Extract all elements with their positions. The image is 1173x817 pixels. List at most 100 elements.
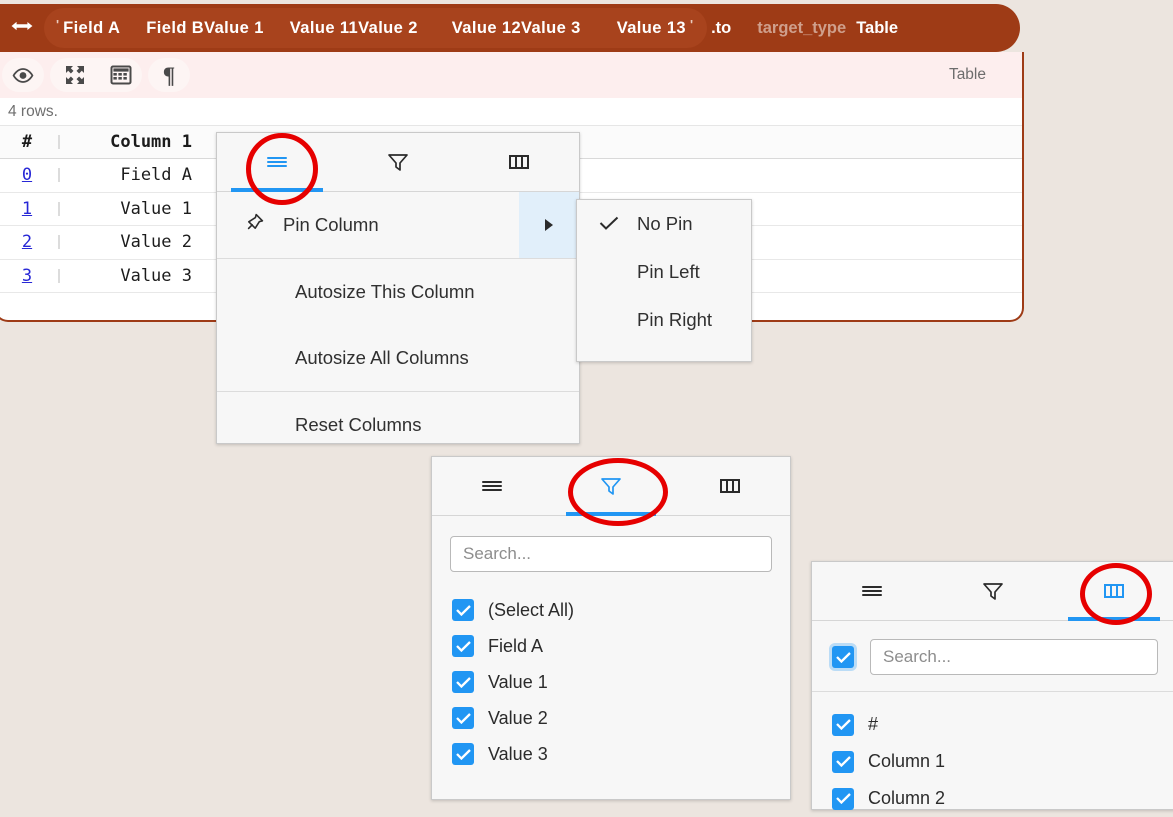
tab-general[interactable]	[432, 457, 551, 515]
active-tab-underline	[565, 512, 657, 516]
quote-open: '	[56, 16, 60, 32]
token-value-13: Value 13	[616, 18, 686, 37]
tab-filter[interactable]	[338, 133, 459, 191]
submenu-item-no-pin[interactable]: No Pin	[577, 200, 751, 248]
filter-option-value-2[interactable]: Value 2	[452, 700, 790, 736]
columns-option-label: Column 2	[868, 788, 946, 808]
menu-item-label: Autosize This Column	[295, 281, 475, 302]
checkbox-checked-icon[interactable]	[832, 787, 854, 810]
token-value-2: Value 2	[358, 18, 418, 37]
pin-column-submenu: No Pin Pin Left Pin Right	[576, 199, 752, 362]
tab-filter[interactable]	[551, 457, 670, 516]
tab-columns[interactable]	[1053, 562, 1173, 621]
menu-item-label: Pin Column	[283, 214, 379, 235]
filter-option-field-a[interactable]: Field A	[452, 628, 790, 664]
filter-option-label: Value 2	[488, 707, 548, 728]
check-icon	[599, 213, 619, 235]
menu-item-pin-column[interactable]: Pin Column	[217, 192, 579, 258]
param-value-label: Table	[856, 18, 899, 37]
tab-filter[interactable]	[933, 562, 1054, 620]
filter-option-label: Value 1	[488, 671, 548, 692]
result-toolbar: ¶ Table	[0, 52, 1022, 98]
active-tab-underline	[1067, 617, 1160, 621]
columns-search-input[interactable]: Search...	[870, 639, 1158, 675]
row-count-label: 4 rows.	[0, 98, 1022, 126]
command-bar: ' Field A Field B Value 1 Value 11 Value…	[0, 4, 1020, 52]
filter-funnel-icon	[388, 154, 408, 171]
left-right-arrow-icon[interactable]	[0, 4, 44, 52]
command-bar-tail: .to target_type Table	[707, 19, 898, 38]
cell-column1: Field A	[120, 165, 192, 186]
filter-option-select-all[interactable]: (Select All)	[452, 592, 790, 628]
token-field-a: Field A	[63, 18, 121, 37]
checkbox-checked-icon[interactable]	[452, 671, 474, 693]
param-name-label: target_type	[757, 18, 847, 37]
filter-funnel-icon	[983, 583, 1003, 600]
cell-column1: Value 3	[120, 265, 192, 286]
submenu-item-pin-right[interactable]: Pin Right	[577, 296, 751, 344]
filter-option-label: (Select All)	[488, 599, 575, 620]
cell-column1: Value 1	[120, 198, 192, 219]
menu-item-autosize-this-column[interactable]: Autosize This Column	[217, 259, 579, 325]
quote-close: '	[689, 16, 694, 32]
tab-columns[interactable]	[458, 133, 579, 191]
submenu-item-label: Pin Right	[637, 309, 713, 330]
result-type-label: Table	[948, 66, 986, 83]
filter-option-value-1[interactable]: Value 1	[452, 664, 790, 700]
tab-columns[interactable]	[671, 457, 790, 515]
checkbox-checked-icon[interactable]	[452, 599, 474, 621]
columns-menu-tabstrip	[812, 562, 1173, 621]
filter-option-label: Value 3	[488, 743, 548, 764]
column-menu-panel: Pin Column Autosize This Column Autosize…	[216, 132, 580, 444]
tab-general[interactable]	[217, 133, 338, 192]
checkbox-checked-icon[interactable]	[452, 635, 474, 657]
column-menu-tabstrip	[217, 133, 579, 192]
filter-menu-panel: Search... (Select All) Field A Value 1 V…	[431, 456, 791, 800]
checkbox-checked-icon[interactable]	[452, 707, 474, 729]
hamburger-menu-icon	[481, 481, 502, 491]
filter-option-label: Field A	[488, 635, 544, 656]
filter-search-input[interactable]: Search...	[450, 536, 772, 572]
pin-icon	[243, 212, 265, 239]
cell-column1: Value 2	[120, 232, 192, 253]
hamburger-menu-icon	[862, 586, 883, 596]
submenu-chevron-right-icon[interactable]	[519, 192, 579, 258]
grid-header-column1[interactable]: Column 1	[60, 132, 200, 152]
token-value-1: Value 1	[204, 18, 264, 37]
columns-icon	[1103, 584, 1124, 598]
filter-funnel-icon	[601, 478, 621, 495]
menu-item-autosize-all-columns[interactable]: Autosize All Columns	[217, 325, 579, 391]
columns-option-column1[interactable]: Column 1	[832, 743, 1173, 780]
row-index[interactable]: 0	[22, 165, 32, 185]
table-grid-icon[interactable]	[100, 58, 142, 92]
filter-option-value-3[interactable]: Value 3	[452, 736, 790, 772]
menu-item-label: Autosize All Columns	[295, 347, 469, 368]
columns-option-label: Column 1	[868, 751, 946, 771]
submenu-item-label: Pin Left	[637, 261, 700, 282]
pilcrow-icon[interactable]: ¶	[148, 58, 190, 92]
columns-menu-panel: Search... # Column 1 Column 2	[811, 561, 1173, 810]
submenu-item-pin-left[interactable]: Pin Left	[577, 248, 751, 296]
columns-option-column2[interactable]: Column 2	[832, 780, 1173, 817]
checkbox-checked-icon[interactable]	[452, 743, 474, 765]
checkbox-checked-icon[interactable]	[832, 713, 854, 736]
columns-icon	[508, 155, 529, 169]
eye-icon[interactable]	[2, 58, 44, 92]
checkbox-checked-icon[interactable]	[832, 750, 854, 773]
token-value-3: Value 3	[521, 18, 581, 37]
filter-menu-tabstrip	[432, 457, 790, 516]
row-index[interactable]: 1	[22, 199, 32, 219]
columns-select-all-checkbox[interactable]	[832, 646, 854, 668]
token-value-12: Value 12	[451, 18, 522, 37]
to-method-label: .to	[711, 18, 732, 37]
tab-general[interactable]	[812, 562, 933, 620]
menu-item-reset-columns[interactable]: Reset Columns	[217, 392, 579, 458]
expand-arrows-icon[interactable]	[54, 58, 96, 92]
grid-header-index: #	[21, 132, 33, 152]
columns-option-label: #	[868, 714, 879, 734]
row-index[interactable]: 2	[22, 232, 32, 252]
row-index[interactable]: 3	[22, 266, 32, 286]
columns-option-index[interactable]: #	[832, 706, 1173, 743]
expression-pill[interactable]: ' Field A Field B Value 1 Value 11 Value…	[44, 8, 708, 48]
hamburger-menu-icon	[267, 157, 288, 167]
